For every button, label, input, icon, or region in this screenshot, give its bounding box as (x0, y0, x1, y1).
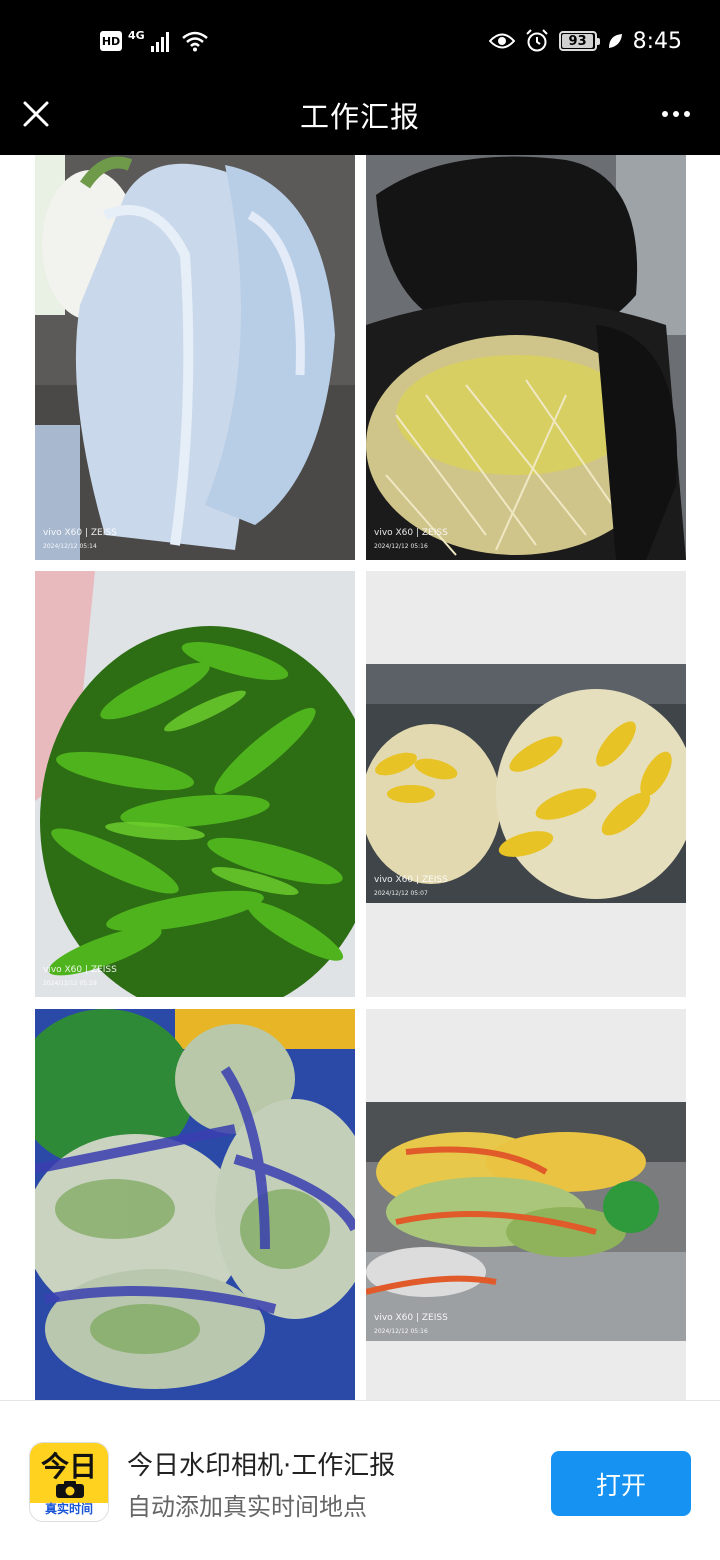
packaged-vegetables-image (35, 1009, 355, 1400)
more-button[interactable] (654, 92, 698, 136)
open-app-button[interactable]: 打开 (551, 1451, 691, 1516)
app-logo: 今日 真实时间 (29, 1442, 109, 1522)
app-title: 今日水印相机·工作汇报 (127, 1451, 396, 1481)
photo-packaged-vegetables[interactable] (35, 1009, 355, 1400)
bean-sprouts-image (366, 155, 686, 560)
app-subtitle: 自动添加真实时间地点 (127, 1493, 367, 1521)
photo-watermark-brand: vivo X60 | ZEISS (374, 528, 448, 538)
counter-vegetables-image (366, 1102, 686, 1341)
photo-watermark-date: 2024/12/12 05:19 (43, 980, 97, 987)
photo-watermark-brand: vivo X60 | ZEISS (43, 965, 117, 975)
photo-radish[interactable]: vivo X60 | ZEISS 2024/12/12 05:14 (35, 155, 355, 560)
page-title: 工作汇报 (299, 100, 420, 134)
photo-watermark-brand: vivo X60 | ZEISS (43, 528, 117, 538)
leaf-icon (608, 34, 622, 48)
status-right: 93 8:45 (488, 24, 682, 58)
signal-icon (150, 30, 169, 52)
app-promo-banner[interactable]: 今日 真实时间 今日水印相机·工作汇报 自动添加真实时间地点 打开 (0, 1400, 720, 1560)
photo-bean-sprouts[interactable]: vivo X60 | ZEISS 2024/12/12 05:16 (366, 155, 686, 560)
hd-badge: HD (100, 31, 122, 51)
status-time: 8:45 (632, 28, 682, 54)
photo-watermark-date: 2024/12/12 05:14 (43, 543, 97, 550)
battery-icon: 93 (558, 31, 600, 51)
photo-watermark-date: 2024/12/12 05:16 (374, 543, 428, 550)
photo-corn[interactable]: vivo X60 | ZEISS 2024/12/12 05:07 (366, 571, 686, 997)
more-icon-dot (673, 111, 679, 117)
alarm-icon (525, 29, 548, 52)
photo-watermark-date: 2024/12/12 05:07 (374, 890, 428, 897)
camera-icon (56, 1481, 84, 1498)
network-label: 4G (128, 28, 145, 42)
photo-watermark-brand: vivo X60 | ZEISS (374, 1313, 448, 1323)
eye-icon (488, 33, 515, 49)
corn-image (366, 664, 686, 903)
more-icon-dot (662, 111, 668, 117)
logo-text: 今日 (40, 1450, 97, 1483)
wifi-icon (181, 31, 208, 52)
photo-watermark-brand: vivo X60 | ZEISS (374, 875, 448, 885)
photo-green-peppers[interactable]: vivo X60 | ZEISS 2024/12/12 05:19 (35, 571, 355, 997)
photo-counter-vegetables[interactable]: vivo X60 | ZEISS 2024/12/12 05:16 (366, 1009, 686, 1400)
logo-caption: 真实时间 (44, 1502, 93, 1516)
green-peppers-image (35, 571, 355, 997)
status-bar: HD 4G 93 8:45 (0, 0, 720, 84)
more-icon-dot (684, 111, 690, 117)
status-left: HD 4G (100, 26, 209, 56)
radish-image (35, 155, 355, 560)
battery-level: 93 (568, 33, 587, 49)
nav-bar: 工作汇报 (0, 84, 720, 155)
photo-grid: vivo X60 | ZEISS 2024/12/12 05:14 vivo X… (0, 155, 720, 1400)
photo-watermark-date: 2024/12/12 05:16 (374, 1328, 428, 1335)
